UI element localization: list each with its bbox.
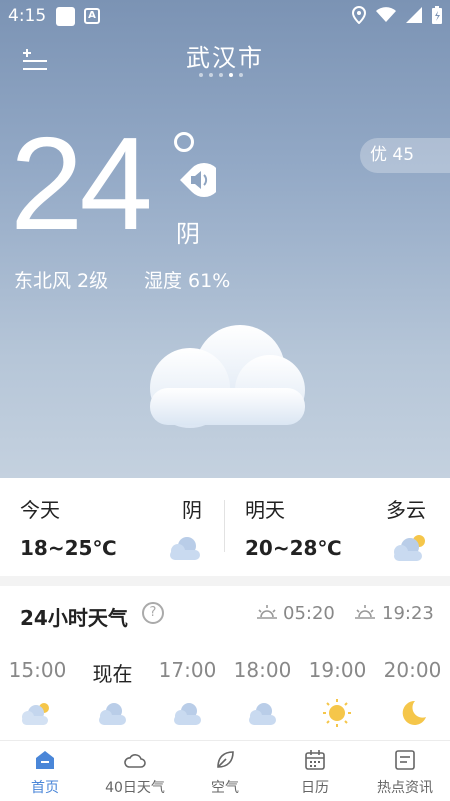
sunset-icon xyxy=(355,605,375,619)
hour-label: 19:00 xyxy=(308,658,367,682)
cloud-icon xyxy=(249,703,276,725)
app-notification-icon: A xyxy=(84,8,100,24)
today-label: 今天 xyxy=(20,498,60,522)
nav-news[interactable]: 热点资讯 xyxy=(360,741,450,801)
page-dot xyxy=(219,73,223,77)
hour-label: 15:00 xyxy=(8,658,67,682)
humidity-info: 湿度 61% xyxy=(144,270,231,292)
cloud-icon xyxy=(174,703,201,725)
cloud-icon xyxy=(150,325,305,428)
daily-summary[interactable]: 今天 阴 18~25℃ 明天 多云 20~28℃ xyxy=(0,478,450,578)
battery-icon xyxy=(432,6,442,24)
page-dot xyxy=(209,73,213,77)
voice-broadcast-icon[interactable] xyxy=(178,162,216,198)
hour-label-now: 现在 xyxy=(92,662,133,686)
status-time: 4:15 xyxy=(8,6,47,26)
tomorrow-condition: 多云 xyxy=(386,498,426,522)
sunrise-icon xyxy=(257,605,277,619)
nav-news-label: 热点资讯 xyxy=(377,780,433,796)
wind-info: 东北风 2级 xyxy=(14,270,109,292)
today-card[interactable]: 今天 阴 18~25℃ xyxy=(0,478,224,578)
today-condition: 阴 xyxy=(182,498,202,522)
cloud-outline-icon xyxy=(124,754,146,768)
nav-calendar[interactable]: 日历 xyxy=(270,741,360,801)
nav-40day[interactable]: 40日天气 xyxy=(90,741,180,801)
page-dot xyxy=(239,73,243,77)
nav-air[interactable]: 空气 xyxy=(180,741,270,801)
hour-label: 17:00 xyxy=(158,658,217,682)
nav-air-label: 空气 xyxy=(211,780,239,796)
notification-icon xyxy=(56,7,75,26)
tomorrow-label: 明天 xyxy=(245,498,285,522)
home-icon xyxy=(36,751,54,769)
help-icon[interactable]: ? xyxy=(142,602,164,624)
cloud-icon xyxy=(99,703,126,725)
page-dot xyxy=(199,73,203,77)
city-title[interactable]: 武汉市 xyxy=(0,38,450,73)
divider xyxy=(224,500,225,552)
sun-icon xyxy=(323,699,351,727)
nav-home[interactable]: 首页 xyxy=(0,741,90,801)
wifi-icon xyxy=(376,7,396,22)
current-temperature: 24 xyxy=(10,110,153,257)
tomorrow-card[interactable]: 明天 多云 20~28℃ xyxy=(225,478,450,578)
nav-home-label: 首页 xyxy=(31,780,59,796)
page-dot-active xyxy=(229,73,233,77)
cloud-icon xyxy=(170,537,200,560)
current-condition: 阴 xyxy=(176,220,200,248)
tomorrow-temp-range: 20~28℃ xyxy=(245,536,342,560)
sunrise-time: 05:20 xyxy=(283,603,335,624)
leaf-icon xyxy=(217,751,234,768)
sunset-time: 19:23 xyxy=(382,603,434,624)
status-bar: 4:15 A xyxy=(0,0,450,32)
degree-symbol xyxy=(174,132,194,152)
today-temp-range: 18~25℃ xyxy=(20,536,117,560)
section-gap xyxy=(0,576,450,586)
aqi-badge[interactable]: 优 45 xyxy=(360,138,450,173)
nav-40day-label: 40日天气 xyxy=(105,780,165,796)
news-icon xyxy=(395,750,415,770)
partly-cloudy-icon xyxy=(22,703,49,725)
bottom-nav: 首页 40日天气 空气 日历 热点资讯 xyxy=(0,740,450,801)
nav-calendar-label: 日历 xyxy=(301,780,329,796)
hour-label: 18:00 xyxy=(233,658,292,682)
city-page-indicator xyxy=(199,73,243,77)
signal-icon xyxy=(406,7,422,23)
partly-cloudy-icon xyxy=(394,535,425,561)
hourly-title: 24小时天气 xyxy=(20,606,128,630)
weather-hero: 4:15 A 武汉市 优 45 24 阴 东北风 2级 湿度 61% xyxy=(0,0,450,478)
moon-icon xyxy=(402,700,426,725)
hour-label: 20:00 xyxy=(383,658,442,682)
location-icon xyxy=(352,6,366,24)
calendar-icon xyxy=(305,750,325,770)
